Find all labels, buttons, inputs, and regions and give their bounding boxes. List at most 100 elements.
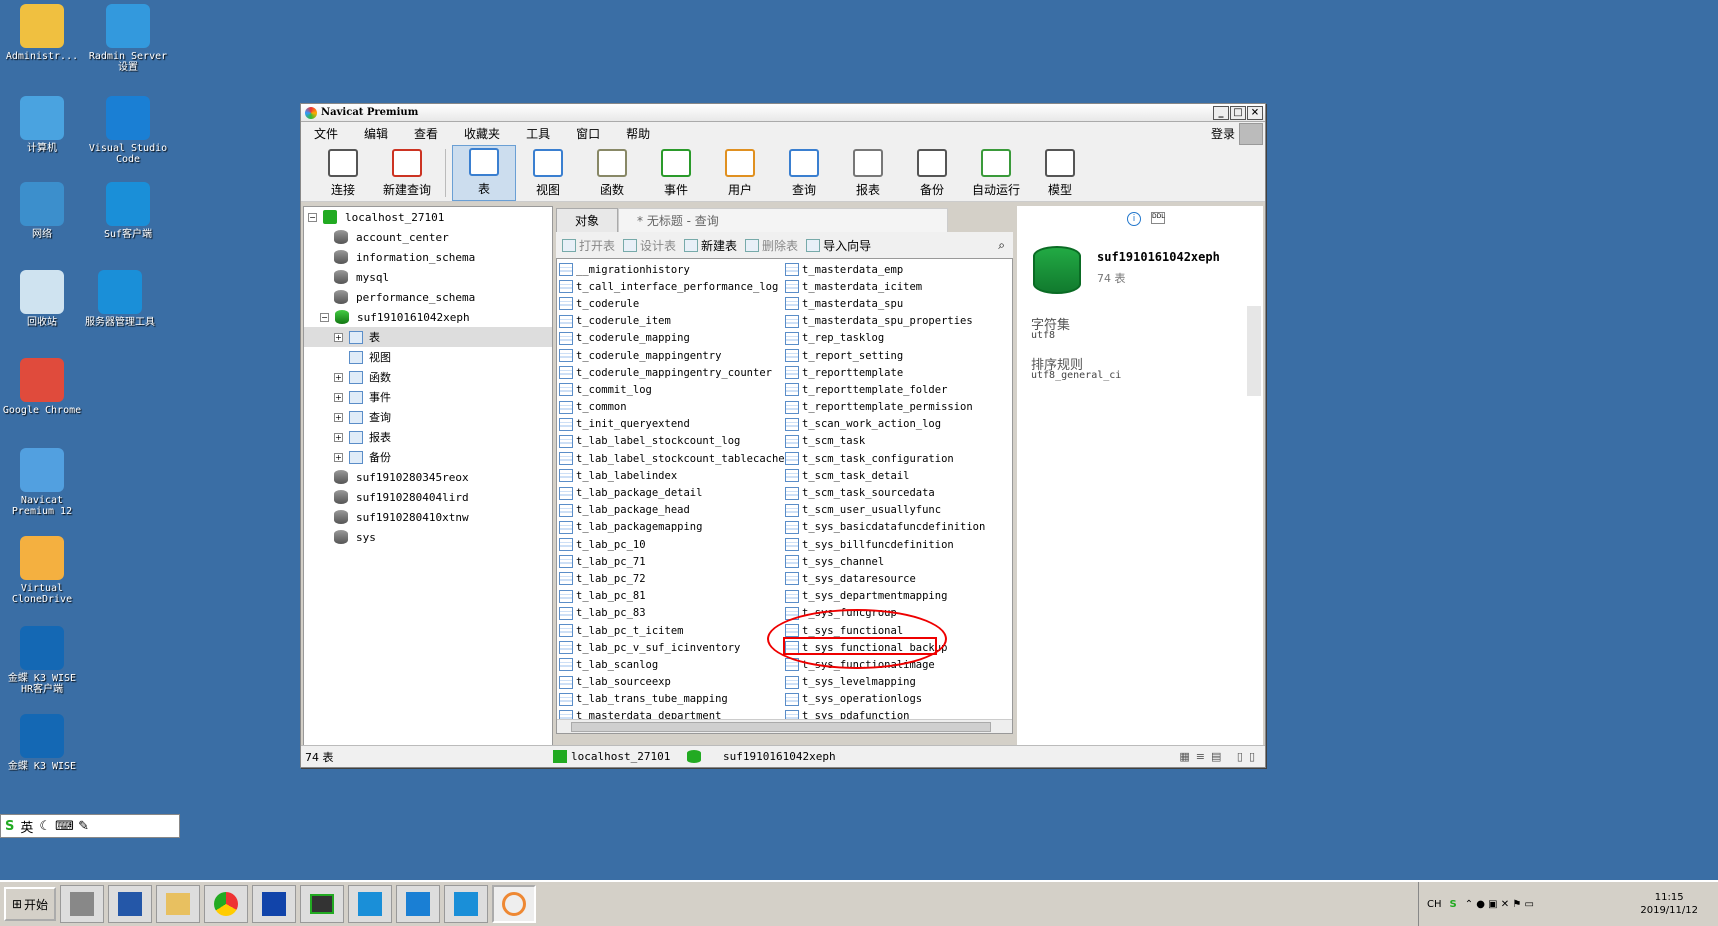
taskbar-monitor[interactable] <box>300 885 344 923</box>
toolbar-model-button[interactable]: 模型 <box>1028 145 1092 201</box>
desktop-icon-10[interactable]: Virtual CloneDrive <box>0 536 84 605</box>
table-item-t-coderule-mapping[interactable]: t_coderule_mapping <box>559 330 785 347</box>
expander-icon[interactable]: + <box>334 432 343 442</box>
menu-help[interactable]: 帮助 <box>613 125 663 142</box>
view-mode-icons[interactable]: ▦≡▤ ▯▯ <box>1179 750 1261 763</box>
desktop-icon-11[interactable]: 金蝶 K3 WISE HR客户端 <box>0 626 84 695</box>
table-item-t-lab-trans-tube-mapping[interactable]: t_lab_trans_tube_mapping <box>559 691 785 708</box>
sogou-tray-icon[interactable]: S <box>1450 899 1457 910</box>
expander-icon[interactable]: + <box>334 412 343 422</box>
tree-db-mysql[interactable]: mysql <box>304 267 552 287</box>
table-item-t-report-setting[interactable]: t_report_setting <box>785 347 985 364</box>
desktop-icon-9[interactable]: Navicat Premium 12 <box>0 448 84 517</box>
table-item-t-lab-pc-72[interactable]: t_lab_pc_72 <box>559 570 785 587</box>
toolbar-new-query-button[interactable]: 新建查询 <box>375 145 439 201</box>
toolbar-view-button[interactable]: 视图 <box>516 145 580 201</box>
desktop-icon-5[interactable]: Suf客户端 <box>86 182 170 240</box>
tree-child-5[interactable]: + 报表 <box>304 427 552 447</box>
tab-untitled-query[interactable]: * 无标题 - 查询 <box>618 208 949 232</box>
tree-child-1[interactable]: 视图 <box>304 347 552 367</box>
taskbar-navicat[interactable] <box>492 885 536 923</box>
table-item-t-rep-tasklog[interactable]: t_rep_tasklog <box>785 330 985 347</box>
ime-bar[interactable]: S 英 ☾ ⌨ ✎ <box>0 814 180 838</box>
tree-child-3[interactable]: + 事件 <box>304 387 552 407</box>
new-table-button[interactable]: 新建表 <box>684 237 737 254</box>
toolbar-report-button[interactable]: 报表 <box>836 145 900 201</box>
table-item-t-lab-sourceexp[interactable]: t_lab_sourceexp <box>559 674 785 691</box>
ime-lang[interactable]: 英 <box>20 817 33 836</box>
table-item-t-scan-work-action-log[interactable]: t_scan_work_action_log <box>785 416 985 433</box>
ddl-icon[interactable]: DDL <box>1151 212 1165 224</box>
tree-db-suf1910280410xtnw[interactable]: suf1910280410xtnw <box>304 507 552 527</box>
table-item-t-lab-scanlog[interactable]: t_lab_scanlog <box>559 656 785 673</box>
table-item-t-lab-label-stockcount-tablecache[interactable]: t_lab_label_stockcount_tablecache <box>559 450 785 467</box>
desktop-icon-3[interactable]: Visual Studio Code <box>86 96 170 165</box>
open-table-button[interactable]: 打开表 <box>562 237 615 254</box>
table-item-t-scm-task-detail[interactable]: t_scm_task_detail <box>785 467 985 484</box>
search-icon[interactable]: ⌕ <box>998 238 1005 253</box>
tree-db-suf1910280404lird[interactable]: suf1910280404lird <box>304 487 552 507</box>
ime-tools-icon[interactable]: ☾ ⌨ ✎ <box>39 819 89 834</box>
desktop-icon-0[interactable]: Administr... <box>0 4 84 62</box>
start-button[interactable]: ⊞ 开始 <box>4 887 56 921</box>
table-item-migrationhistory[interactable]: __migrationhistory <box>559 261 785 278</box>
menu-window[interactable]: 窗口 <box>563 125 613 142</box>
login-link[interactable]: 登录 <box>1211 125 1235 142</box>
desktop-icon-12[interactable]: 金蝶 K3 WISE <box>0 714 84 772</box>
table-item-t-scm-task[interactable]: t_scm_task <box>785 433 985 450</box>
taskbar-server-tool[interactable] <box>444 885 488 923</box>
table-item-t-init-queryextend[interactable]: t_init_queryextend <box>559 416 785 433</box>
table-item-t-lab-pc-81[interactable]: t_lab_pc_81 <box>559 588 785 605</box>
table-item-t-commit-log[interactable]: t_commit_log <box>559 381 785 398</box>
tab-objects[interactable]: 对象 <box>556 208 619 232</box>
table-item-t-sys-operationlogs[interactable]: t_sys_operationlogs <box>785 691 985 708</box>
taskbar-chrome[interactable] <box>204 885 248 923</box>
info-icon[interactable]: i <box>1127 212 1141 226</box>
table-item-t-reporttemplate-folder[interactable]: t_reporttemplate_folder <box>785 381 985 398</box>
taskbar-server-manager[interactable] <box>60 885 104 923</box>
table-item-t-sys-departmentmapping[interactable]: t_sys_departmentmapping <box>785 588 985 605</box>
avatar[interactable] <box>1239 123 1263 145</box>
tree-child-6[interactable]: + 备份 <box>304 447 552 467</box>
taskbar-vscode[interactable] <box>396 885 440 923</box>
table-item-t-sys-levelmapping[interactable]: t_sys_levelmapping <box>785 674 985 691</box>
table-item-t-masterdata-spu-properties[interactable]: t_masterdata_spu_properties <box>785 313 985 330</box>
table-item-t-masterdata-spu[interactable]: t_masterdata_spu <box>785 295 985 312</box>
table-item-t-lab-packagemapping[interactable]: t_lab_packagemapping <box>559 519 785 536</box>
menu-view[interactable]: 查看 <box>401 125 451 142</box>
toolbar-event-button[interactable]: 事件 <box>644 145 708 201</box>
table-item-t-lab-label-stockcount-log[interactable]: t_lab_label_stockcount_log <box>559 433 785 450</box>
table-item-t-masterdata-icitem[interactable]: t_masterdata_icitem <box>785 278 985 295</box>
menu-file[interactable]: 文件 <box>301 125 351 142</box>
table-item-t-reporttemplate-permission[interactable]: t_reporttemplate_permission <box>785 399 985 416</box>
toolbar-automation-button[interactable]: 自动运行 <box>964 145 1028 201</box>
tree-db-performance-schema[interactable]: performance_schema <box>304 287 552 307</box>
minimize-button[interactable]: _ <box>1213 105 1229 120</box>
table-item-t-lab-labelindex[interactable]: t_lab_labelindex <box>559 467 785 484</box>
tree-child-0[interactable]: + 表 <box>304 327 552 347</box>
desktop-icon-7[interactable]: 服务器管理工具 <box>78 270 162 328</box>
expander-icon[interactable]: + <box>334 372 343 382</box>
table-item-t-masterdata-emp[interactable]: t_masterdata_emp <box>785 261 985 278</box>
tree-db-sys[interactable]: sys <box>304 527 552 547</box>
table-item-t-coderule[interactable]: t_coderule <box>559 295 785 312</box>
toolbar-backup-button[interactable]: 备份 <box>900 145 964 201</box>
table-item-t-lab-pc-t-icitem[interactable]: t_lab_pc_t_icitem <box>559 622 785 639</box>
table-item-t-scm-user-usuallyfunc[interactable]: t_scm_user_usuallyfunc <box>785 502 985 519</box>
table-item-t-coderule-mappingentry-counter[interactable]: t_coderule_mappingentry_counter <box>559 364 785 381</box>
table-item-t-lab-package-detail[interactable]: t_lab_package_detail <box>559 484 785 501</box>
expander-icon[interactable]: − <box>320 312 329 322</box>
taskbar-suf[interactable] <box>348 885 392 923</box>
table-item-t-sys-dataresource[interactable]: t_sys_dataresource <box>785 570 985 587</box>
menu-tools[interactable]: 工具 <box>513 125 563 142</box>
toolbar-query-button[interactable]: 查询 <box>772 145 836 201</box>
table-item-t-coderule-item[interactable]: t_coderule_item <box>559 313 785 330</box>
tree-db-active[interactable]: − suf1910161042xeph <box>304 307 552 327</box>
horizontal-scrollbar[interactable] <box>557 719 1012 733</box>
delete-table-button[interactable]: 删除表 <box>745 237 798 254</box>
table-item-t-lab-pc-v-suf-icinventory[interactable]: t_lab_pc_v_suf_icinventory <box>559 639 785 656</box>
menu-edit[interactable]: 编辑 <box>351 125 401 142</box>
table-item-t-lab-package-head[interactable]: t_lab_package_head <box>559 502 785 519</box>
expander-icon[interactable]: + <box>334 452 343 462</box>
table-item-t-lab-pc-71[interactable]: t_lab_pc_71 <box>559 553 785 570</box>
